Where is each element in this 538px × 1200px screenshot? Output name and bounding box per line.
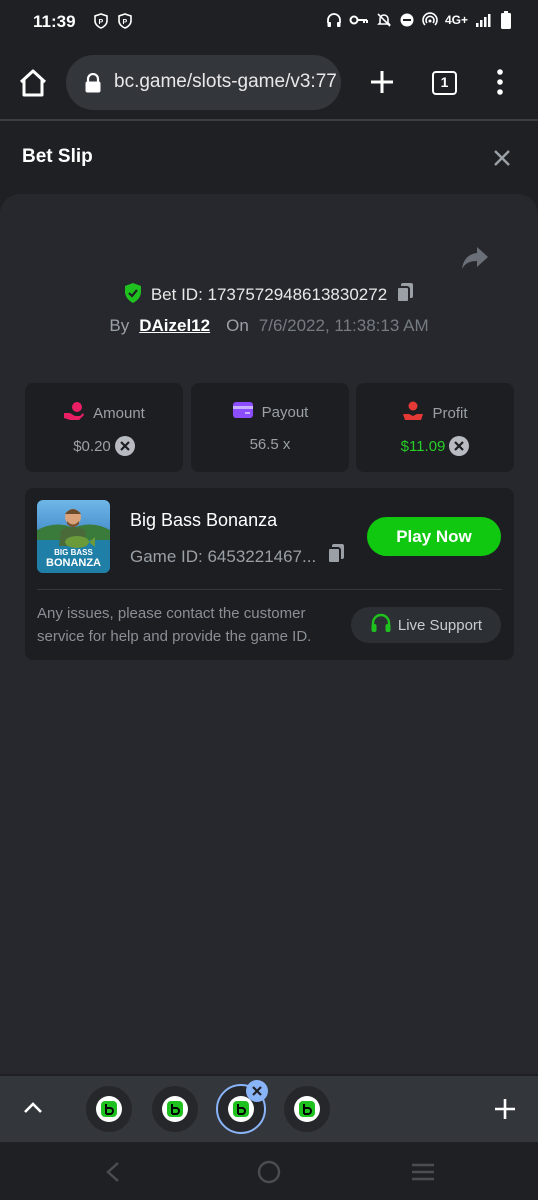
signal-icon — [475, 12, 491, 28]
do-not-disturb-icon — [399, 12, 415, 28]
payout-label: Payout — [261, 404, 309, 421]
tab-item[interactable] — [284, 1086, 330, 1132]
game-id-row: Game ID: 6453221467... — [130, 543, 346, 570]
close-button[interactable] — [490, 146, 514, 170]
hotspot-icon — [422, 12, 438, 28]
thumb-caption: BONANZA — [46, 557, 101, 569]
add-tab-button[interactable] — [492, 1096, 518, 1122]
copy-icon[interactable] — [395, 282, 415, 309]
lock-icon — [84, 72, 102, 93]
new-tab-button[interactable] — [366, 66, 398, 98]
copy-icon[interactable] — [326, 543, 346, 570]
profit-label: Profit — [432, 405, 468, 422]
plus-icon — [495, 1099, 515, 1119]
plus-icon — [371, 71, 393, 93]
back-icon — [106, 1162, 119, 1182]
back-nav-button[interactable] — [102, 1160, 124, 1189]
home-icon — [19, 69, 47, 97]
vpn-icon: P — [93, 13, 109, 29]
recents-nav-button[interactable] — [411, 1162, 435, 1187]
browser-toolbar: bc.game/slots-game/v3:77 1 — [0, 44, 538, 121]
more-vert-icon — [497, 69, 503, 95]
game-name: Big Bass Bonanza — [130, 510, 278, 530]
live-support-label: Live Support — [397, 616, 483, 634]
bcgame-favicon-icon — [96, 1096, 122, 1122]
svg-text:P: P — [99, 19, 104, 26]
currency-coin-icon — [114, 436, 135, 456]
amount-label: Amount — [93, 405, 145, 422]
game-thumbnail[interactable]: BIG BASS BONANZA — [37, 500, 110, 573]
tab-item[interactable] — [152, 1086, 198, 1132]
on-label: On — [226, 316, 249, 335]
home-button[interactable] — [16, 66, 50, 100]
headphones-icon — [326, 12, 342, 28]
home-circle-icon — [257, 1160, 281, 1184]
bcgame-favicon-icon — [162, 1096, 188, 1122]
bet-date: 7/6/2022, 11:38:13 AM — [258, 316, 429, 335]
headset-icon — [370, 613, 392, 637]
status-bar: 11:39 P P 4G+ — [0, 0, 538, 44]
status-left-icons: P P — [93, 13, 133, 29]
amount-box: Amount $0.20 — [25, 383, 183, 472]
close-icon — [494, 150, 510, 166]
share-button[interactable] — [460, 244, 490, 272]
tab-item[interactable] — [86, 1086, 132, 1132]
status-time: 11:39 — [33, 12, 76, 31]
game-id: Game ID: 6453221467... — [130, 546, 317, 566]
wallet-icon — [232, 401, 254, 424]
chevron-up-icon — [24, 1102, 42, 1113]
key-icon — [349, 12, 369, 28]
close-tab-button[interactable] — [246, 1080, 268, 1102]
page-header: Bet Slip — [0, 123, 538, 191]
profit-value: $11.09 — [400, 437, 446, 455]
expand-tabs-button[interactable] — [22, 1100, 44, 1116]
payout-box: Payout 56.5 x — [191, 383, 349, 472]
tab-strip — [0, 1076, 538, 1142]
bet-id-row: Bet ID: 1737572948613830272 — [0, 282, 538, 309]
shield-check-icon — [123, 282, 143, 309]
divider — [37, 589, 502, 590]
url-text: bc.game/slots-game/v3:77 — [114, 71, 337, 92]
thumb-caption: BIG BASS — [54, 548, 93, 557]
share-icon — [462, 247, 488, 269]
by-label: By — [109, 316, 130, 335]
close-icon — [252, 1086, 262, 1096]
bet-id: Bet ID: 1737572948613830272 — [150, 285, 388, 304]
svg-text:P: P — [123, 19, 128, 26]
bell-off-icon — [376, 12, 392, 28]
vpn-icon: P — [117, 13, 133, 29]
live-support-button[interactable]: Live Support — [351, 607, 501, 643]
network-type: 4G+ — [444, 13, 468, 27]
overflow-menu-button[interactable] — [490, 66, 510, 98]
recents-icon — [412, 1163, 434, 1181]
play-now-button[interactable]: Play Now — [367, 517, 501, 556]
home-nav-button[interactable] — [257, 1160, 281, 1189]
bet-meta-row: By DAizel12 On 7/6/2022, 11:38:13 AM — [0, 314, 538, 338]
game-panel: BIG BASS BONANZA Big Bass Bonanza Game I… — [25, 488, 514, 660]
system-nav-bar — [0, 1142, 538, 1200]
person-money-icon — [402, 401, 424, 426]
profit-box: Profit $11.09 — [356, 383, 514, 472]
status-right-icons: 4G+ — [326, 11, 514, 29]
battery-icon — [498, 11, 514, 29]
page-title: Bet Slip — [22, 146, 93, 167]
address-bar[interactable]: bc.game/slots-game/v3:77 — [66, 55, 341, 110]
username-link[interactable]: DAizel12 — [139, 316, 210, 336]
hand-coin-icon — [63, 401, 85, 426]
payout-value: 56.5 x — [249, 436, 291, 453]
amount-value: $0.20 — [73, 437, 111, 455]
support-note: Any issues, please contact the customer … — [37, 605, 312, 645]
currency-coin-icon — [449, 436, 470, 456]
tab-switcher-button[interactable]: 1 — [432, 71, 457, 95]
bcgame-favicon-icon — [294, 1096, 320, 1122]
